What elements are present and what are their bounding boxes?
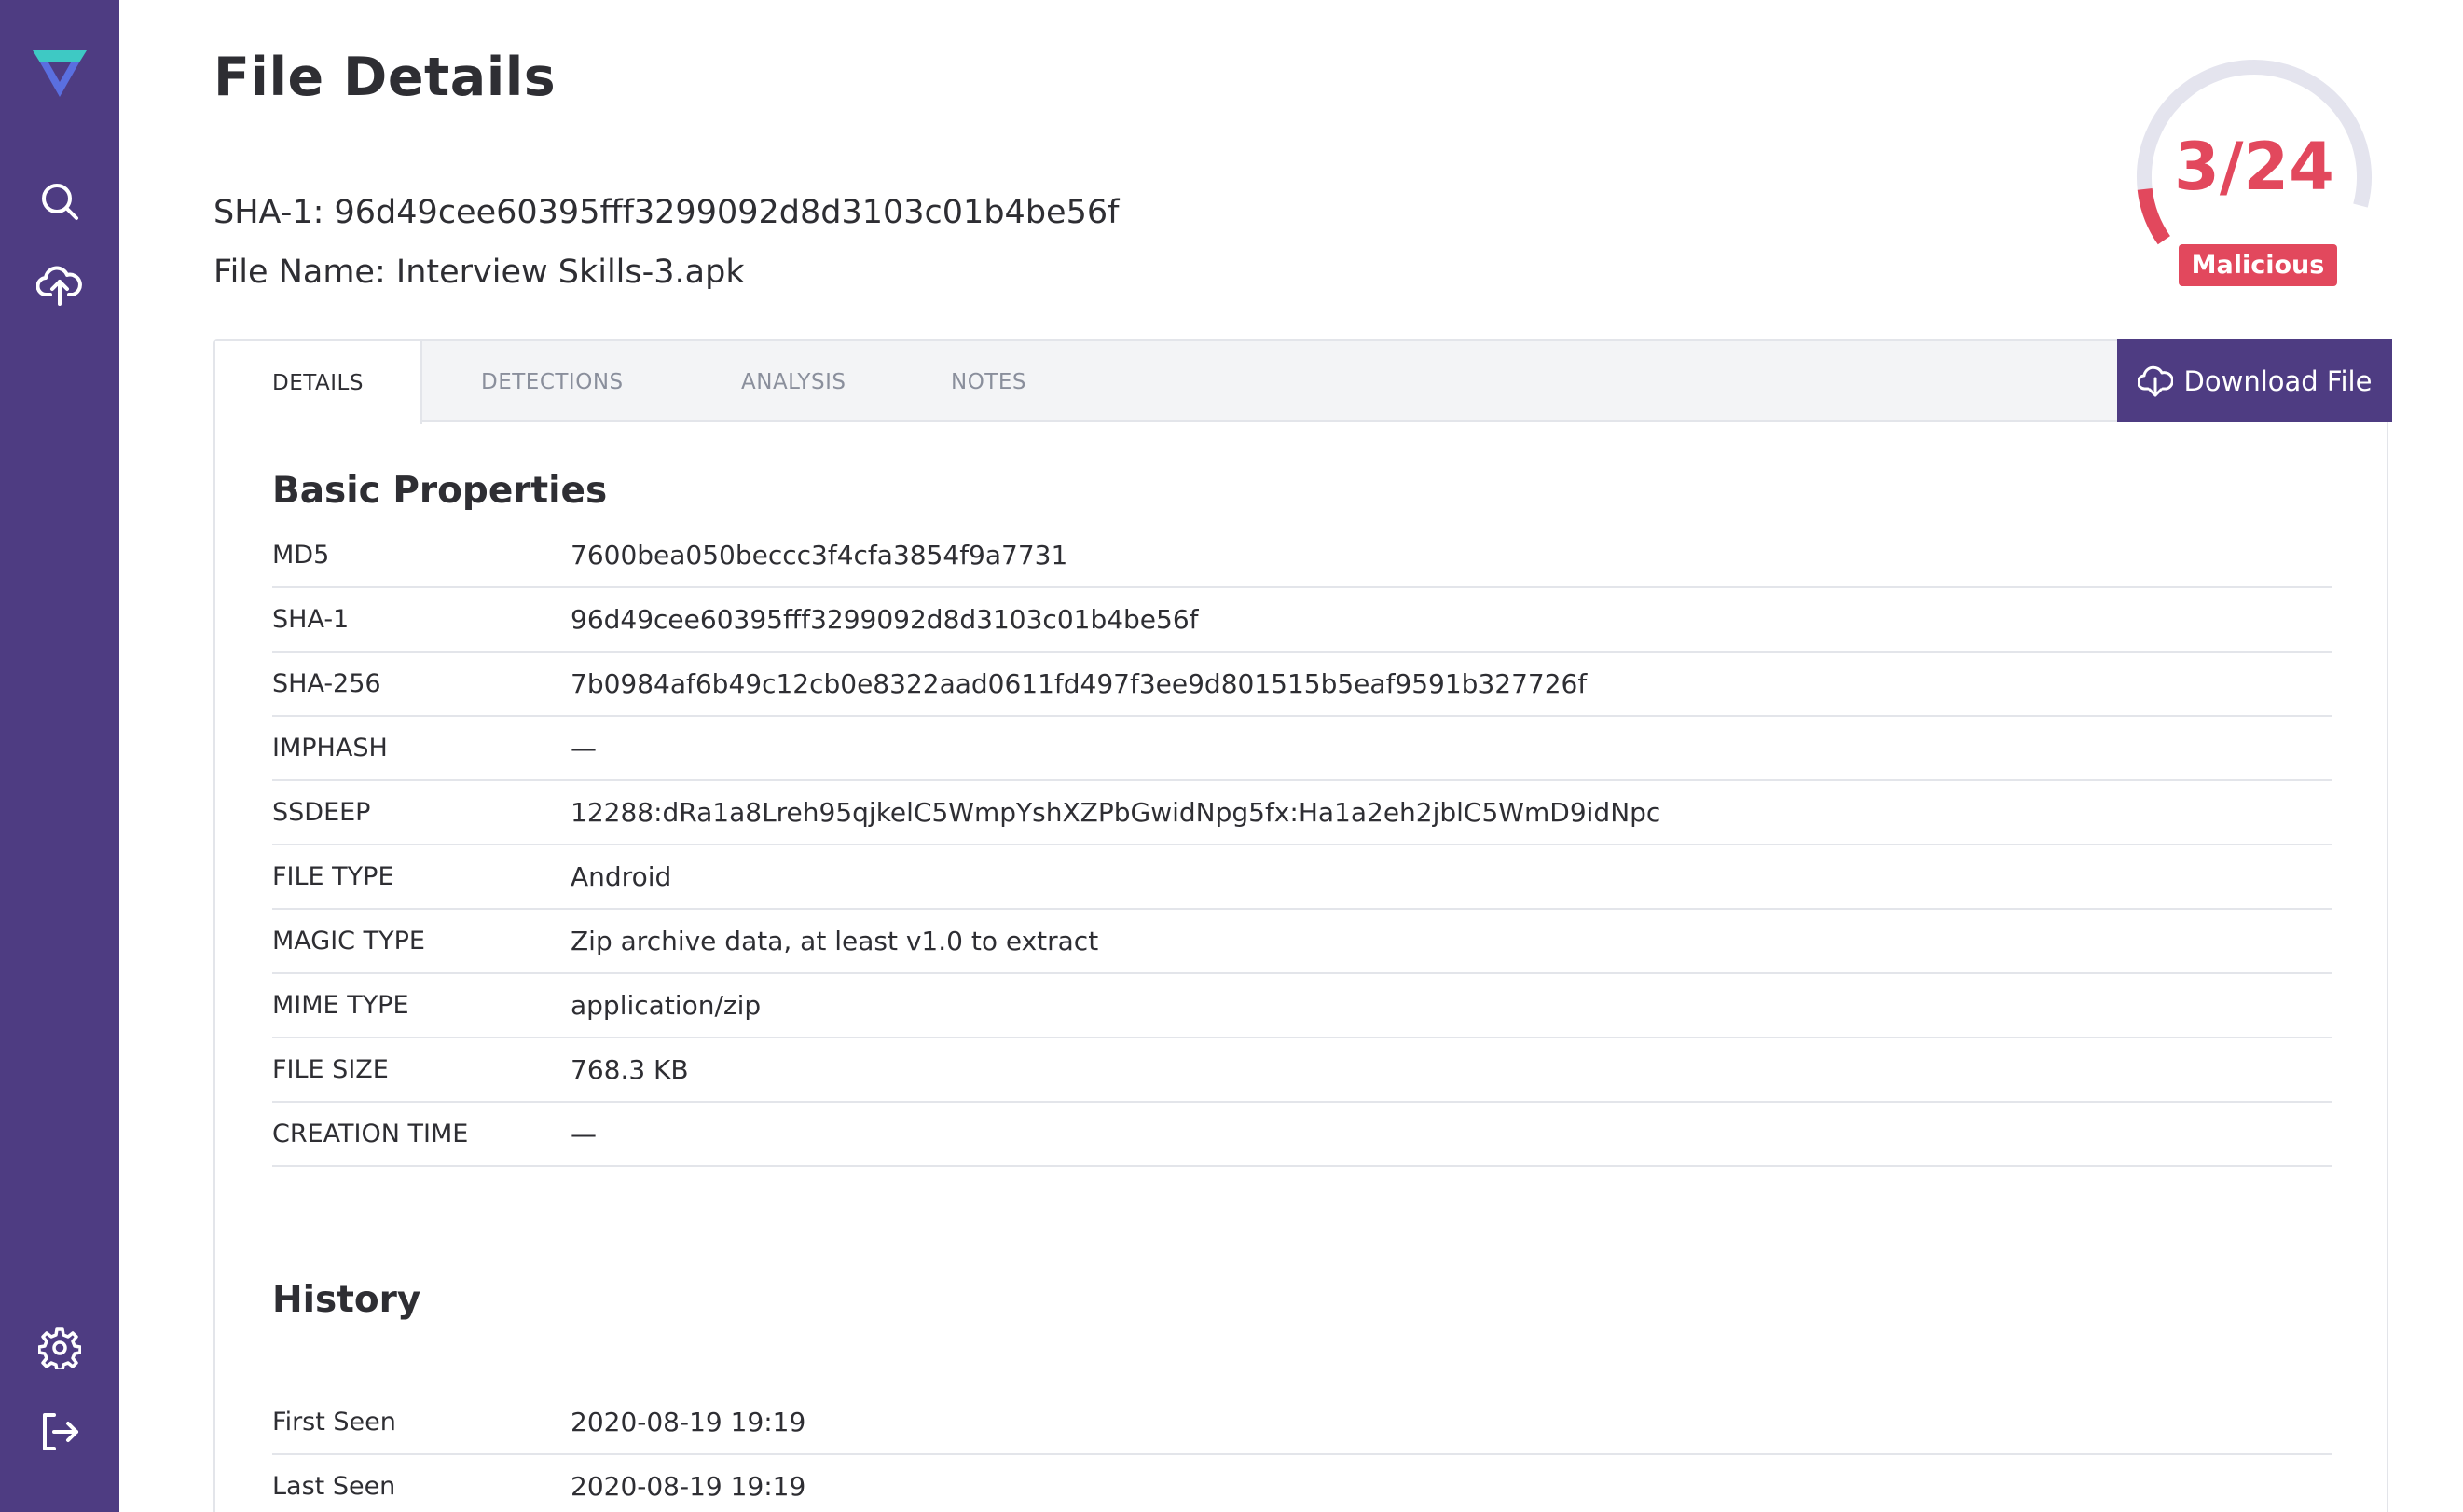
tab-bar: DETAILS DETECTIONS ANALYSIS NOTES Downlo… <box>215 339 2392 424</box>
property-value: 2020-08-19 19:19 <box>571 1471 806 1502</box>
search-icon[interactable] <box>0 177 119 226</box>
property-row: CREATION TIME — <box>272 1103 2332 1167</box>
property-key: IMPHASH <box>272 734 388 763</box>
property-value: 7b0984af6b49c12cb0e8322aad0611fd497f3ee9… <box>571 668 1588 699</box>
property-value: — <box>571 733 597 763</box>
property-value: 12288:dRa1a8Lreh95qjkelC5WmpYshXZPbGwidN… <box>571 797 1661 828</box>
cloud-download-icon <box>2137 365 2173 396</box>
property-value: Android <box>571 861 672 892</box>
property-key: CREATION TIME <box>272 1120 469 1148</box>
main-content: File Details SHA-1: 96d49cee60395fff3299… <box>119 0 2463 1512</box>
property-row: SHA-1 96d49cee60395fff3299092d8d3103c01b4… <box>272 588 2332 653</box>
property-row: MAGIC TYPE Zip archive data, at least v1.… <box>272 910 2332 974</box>
basic-properties-table: MD5 7600bea050beccc3f4cfa3854f9a7731 SHA-1… <box>272 524 2332 1167</box>
property-value: application/zip <box>571 990 762 1021</box>
property-value: 96d49cee60395fff3299092d8d3103c01b4be56f <box>571 604 1199 635</box>
property-value: 7600bea050beccc3f4cfa3854f9a7731 <box>571 540 1068 570</box>
settings-icon[interactable] <box>0 1322 119 1374</box>
history-title: History <box>272 1279 421 1321</box>
download-file-label: Download File <box>2183 364 2373 397</box>
file-sha1-line: SHA-1: 96d49cee60395fff3299092d8d3103c01… <box>213 194 1120 231</box>
property-value: 768.3 KB <box>571 1054 689 1085</box>
property-key: MD5 <box>272 541 330 570</box>
history-table: First Seen 2020-08-19 19:19 Last Seen 2020-… <box>272 1391 2332 1512</box>
property-row: SHA-256 7b0984af6b49c12cb0e8322aad0611fd4… <box>272 653 2332 717</box>
property-key: MIME TYPE <box>272 991 409 1020</box>
property-value: Zip archive data, at least v1.0 to extra… <box>571 926 1099 956</box>
property-key: SHA-256 <box>272 669 381 698</box>
property-key: FILE SIZE <box>272 1055 389 1084</box>
property-row: First Seen 2020-08-19 19:19 <box>272 1391 2332 1455</box>
verdict-badge: Malicious <box>2179 244 2337 286</box>
sidebar <box>0 0 119 1512</box>
tab-details[interactable]: DETAILS <box>215 341 422 424</box>
property-key: First Seen <box>272 1408 396 1436</box>
property-row: IMPHASH — <box>272 717 2332 781</box>
property-value: — <box>571 1119 597 1149</box>
property-row: FILE SIZE 768.3 KB <box>272 1038 2332 1103</box>
property-key: Last Seen <box>272 1472 396 1501</box>
tab-notes[interactable]: NOTES <box>951 341 1026 422</box>
property-row: SSDEEP 12288:dRa1a8Lreh95qjkelC5WmpYshXZP… <box>272 781 2332 845</box>
details-card: DETAILS DETECTIONS ANALYSIS NOTES Downlo… <box>213 339 2392 1512</box>
detection-score: 3/24 <box>2174 129 2334 205</box>
basic-properties-title: Basic Properties <box>272 470 608 512</box>
property-row: FILE TYPE Android <box>272 845 2332 910</box>
property-row: Last Seen 2020-08-19 19:19 <box>272 1455 2332 1512</box>
property-key: FILE TYPE <box>272 862 394 891</box>
property-row: MD5 7600bea050beccc3f4cfa3854f9a7731 <box>272 524 2332 588</box>
page-title: File Details <box>213 47 557 108</box>
property-key: SSDEEP <box>272 798 371 827</box>
tab-detections[interactable]: DETECTIONS <box>481 341 624 422</box>
property-row: MIME TYPE application/zip <box>272 974 2332 1038</box>
file-name-line: File Name: Interview Skills-3.apk <box>213 254 745 291</box>
property-value: 2020-08-19 19:19 <box>571 1407 806 1437</box>
logo-icon[interactable] <box>0 47 119 101</box>
upload-cloud-icon[interactable] <box>0 259 119 311</box>
property-key: SHA-1 <box>272 605 350 634</box>
logout-icon[interactable] <box>0 1406 119 1458</box>
property-key: MAGIC TYPE <box>272 927 425 955</box>
tab-analysis[interactable]: ANALYSIS <box>741 341 846 422</box>
download-file-button[interactable]: Download File <box>2117 339 2392 422</box>
